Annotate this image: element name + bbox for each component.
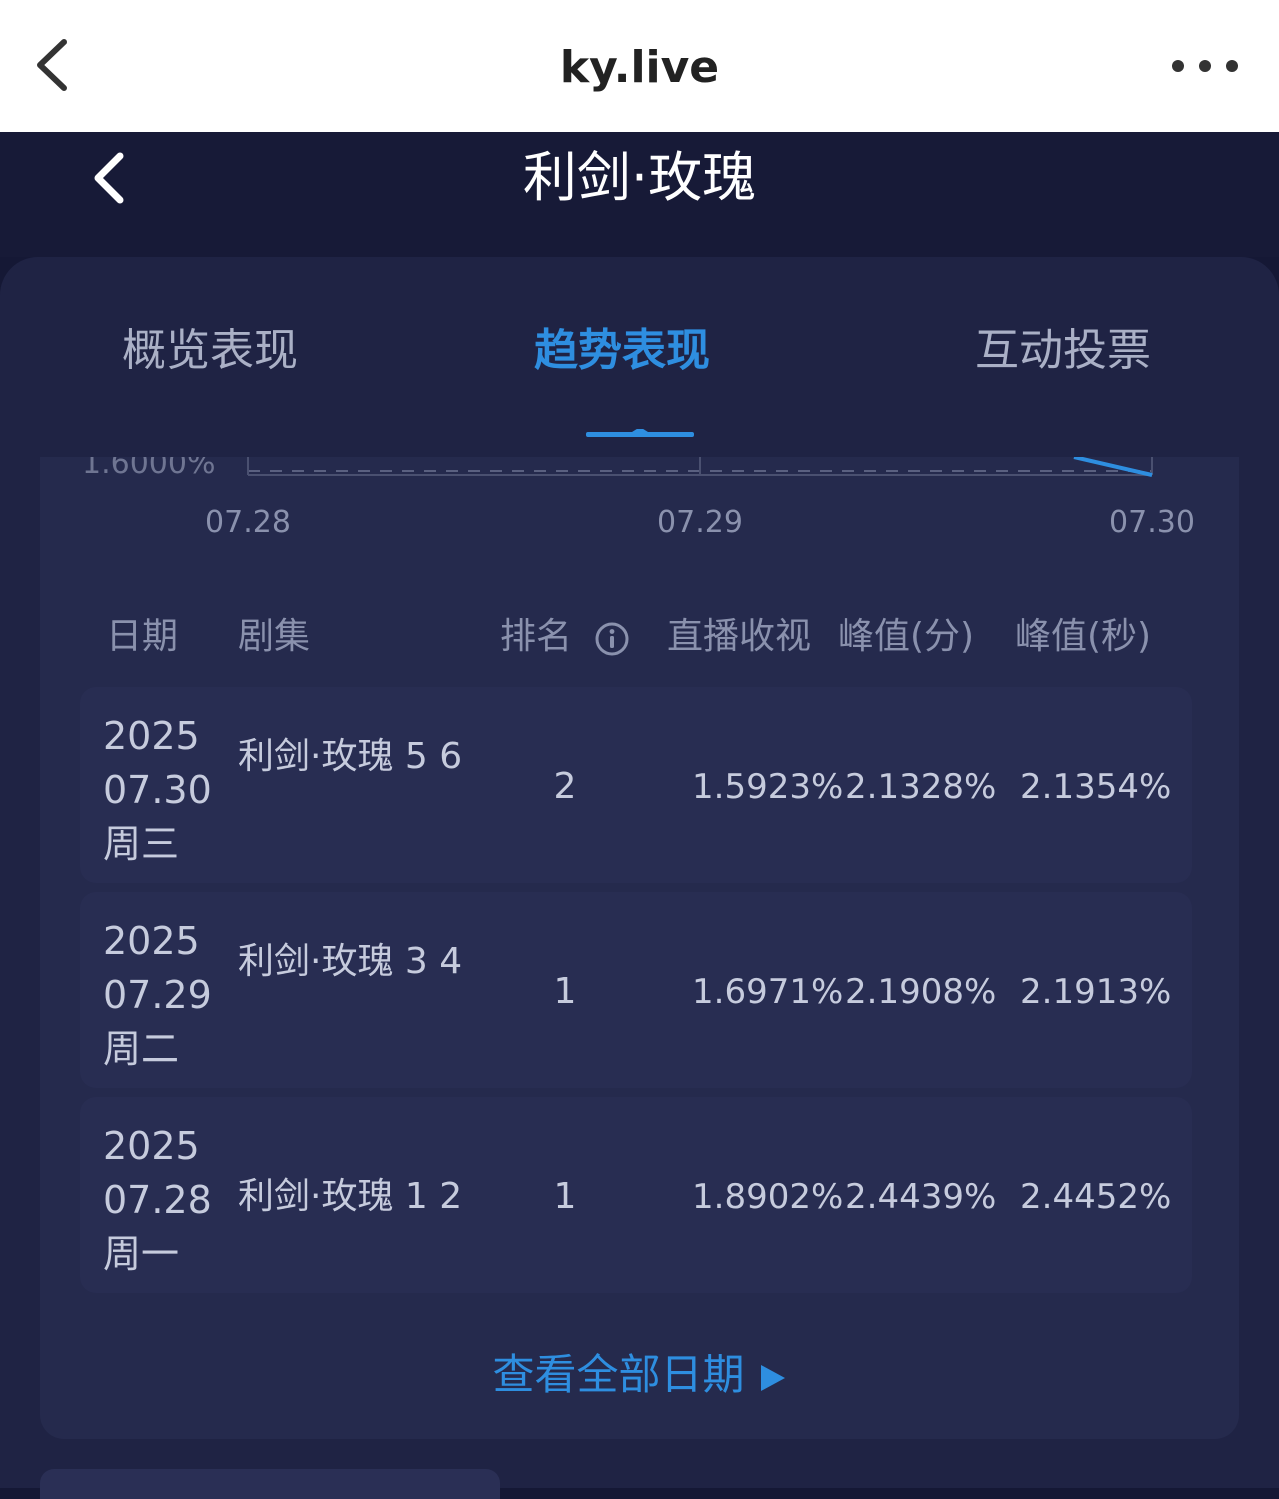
- row-live-rating: 1.8902%: [692, 1177, 844, 1217]
- play-arrow-icon: [760, 1364, 785, 1391]
- header-peak-second: 峰值(秒): [1015, 616, 1152, 657]
- row-day: 07.29: [103, 973, 212, 1017]
- tab-vote[interactable]: 互动投票: [975, 321, 1151, 381]
- trend-chart: 1.6000% 07.28 07.29 07.30: [82, 457, 1195, 540]
- header-live-rating: 直播收视: [667, 616, 812, 657]
- y-tick-label: 1.6000%: [82, 457, 215, 481]
- tab-trend[interactable]: 趋势表现: [534, 321, 710, 381]
- row-weekday: 周二: [103, 1027, 180, 1071]
- row-weekday: 周一: [103, 1232, 180, 1276]
- row-episode: 利剑·玫瑰 1 2: [238, 1176, 463, 1217]
- row-peak-minute: 2.4439%: [845, 1177, 997, 1217]
- trend-card: 1.6000% 07.28 07.29 07.30 日期 剧集 排名 直播收视 …: [40, 457, 1239, 1439]
- row-peak-minute: 2.1328%: [845, 767, 997, 807]
- browser-url-title: ky.live: [559, 42, 720, 93]
- row-episode: 利剑·玫瑰 3 4: [238, 941, 463, 982]
- more-icon[interactable]: [1168, 54, 1242, 78]
- next-section-edge: [40, 1469, 500, 1499]
- app-header: 利剑·玫瑰: [0, 132, 1279, 257]
- x-tick-label: 07.28: [205, 505, 291, 540]
- trend-series-line: [1073, 457, 1153, 477]
- table-row[interactable]: 2025 07.29 周二 利剑·玫瑰 3 4 1 1.6971% 2.1908…: [80, 892, 1192, 1088]
- row-rank: 1: [553, 971, 577, 1012]
- row-live-rating: 1.5923%: [692, 767, 844, 807]
- page-title: 利剑·玫瑰: [522, 146, 757, 209]
- table-row[interactable]: 2025 07.28 周一 利剑·玫瑰 1 2 1 1.8902% 2.4439…: [80, 1097, 1192, 1293]
- row-episode: 利剑·玫瑰 5 6: [238, 736, 463, 777]
- row-peak-second: 2.1354%: [1020, 767, 1172, 807]
- table-row[interactable]: 2025 07.30 周三 利剑·玫瑰 5 6 2 1.5923% 2.1328…: [80, 687, 1192, 883]
- row-day: 07.28: [103, 1178, 212, 1222]
- row-date: 2025 07.29 周二: [103, 914, 223, 1076]
- view-all-label: 查看全部日期: [492, 1350, 745, 1399]
- row-peak-minute: 2.1908%: [845, 972, 997, 1012]
- row-date: 2025 07.28 周一: [103, 1119, 223, 1281]
- header-rank: 排名: [500, 616, 573, 657]
- header-date: 日期: [106, 616, 179, 657]
- browser-bar: ky.live: [0, 0, 1279, 132]
- view-all-dates-link[interactable]: 查看全部日期: [40, 1345, 1239, 1405]
- header-episode: 剧集: [238, 616, 311, 657]
- row-peak-second: 2.1913%: [1020, 972, 1172, 1012]
- active-tab-indicator: [586, 429, 694, 437]
- row-peak-second: 2.4452%: [1020, 1177, 1172, 1217]
- x-tick-label: 07.29: [657, 505, 743, 540]
- content-panel: 概览表现 趋势表现 互动投票 1.6000% 07.28 07.29 07.30…: [0, 257, 1279, 1499]
- row-weekday: 周三: [103, 822, 180, 866]
- row-live-rating: 1.6971%: [692, 972, 844, 1012]
- row-year: 2025: [103, 714, 200, 758]
- info-icon[interactable]: [594, 621, 630, 657]
- row-rank: 2: [553, 766, 577, 807]
- x-tick-label: 07.30: [1109, 505, 1195, 540]
- row-day: 07.30: [103, 768, 212, 812]
- row-year: 2025: [103, 919, 200, 963]
- row-rank: 1: [553, 1176, 577, 1217]
- header-peak-minute: 峰值(分): [838, 616, 975, 657]
- row-year: 2025: [103, 1124, 200, 1168]
- ratings-table: 2025 07.30 周三 利剑·玫瑰 5 6 2 1.5923% 2.1328…: [80, 687, 1192, 1302]
- row-date: 2025 07.30 周三: [103, 709, 223, 871]
- tab-overview[interactable]: 概览表现: [122, 321, 298, 381]
- table-header: 日期 剧集 排名 直播收视 峰值(分) 峰值(秒): [40, 607, 1239, 667]
- tab-bar: 概览表现 趋势表现 互动投票: [0, 257, 1279, 457]
